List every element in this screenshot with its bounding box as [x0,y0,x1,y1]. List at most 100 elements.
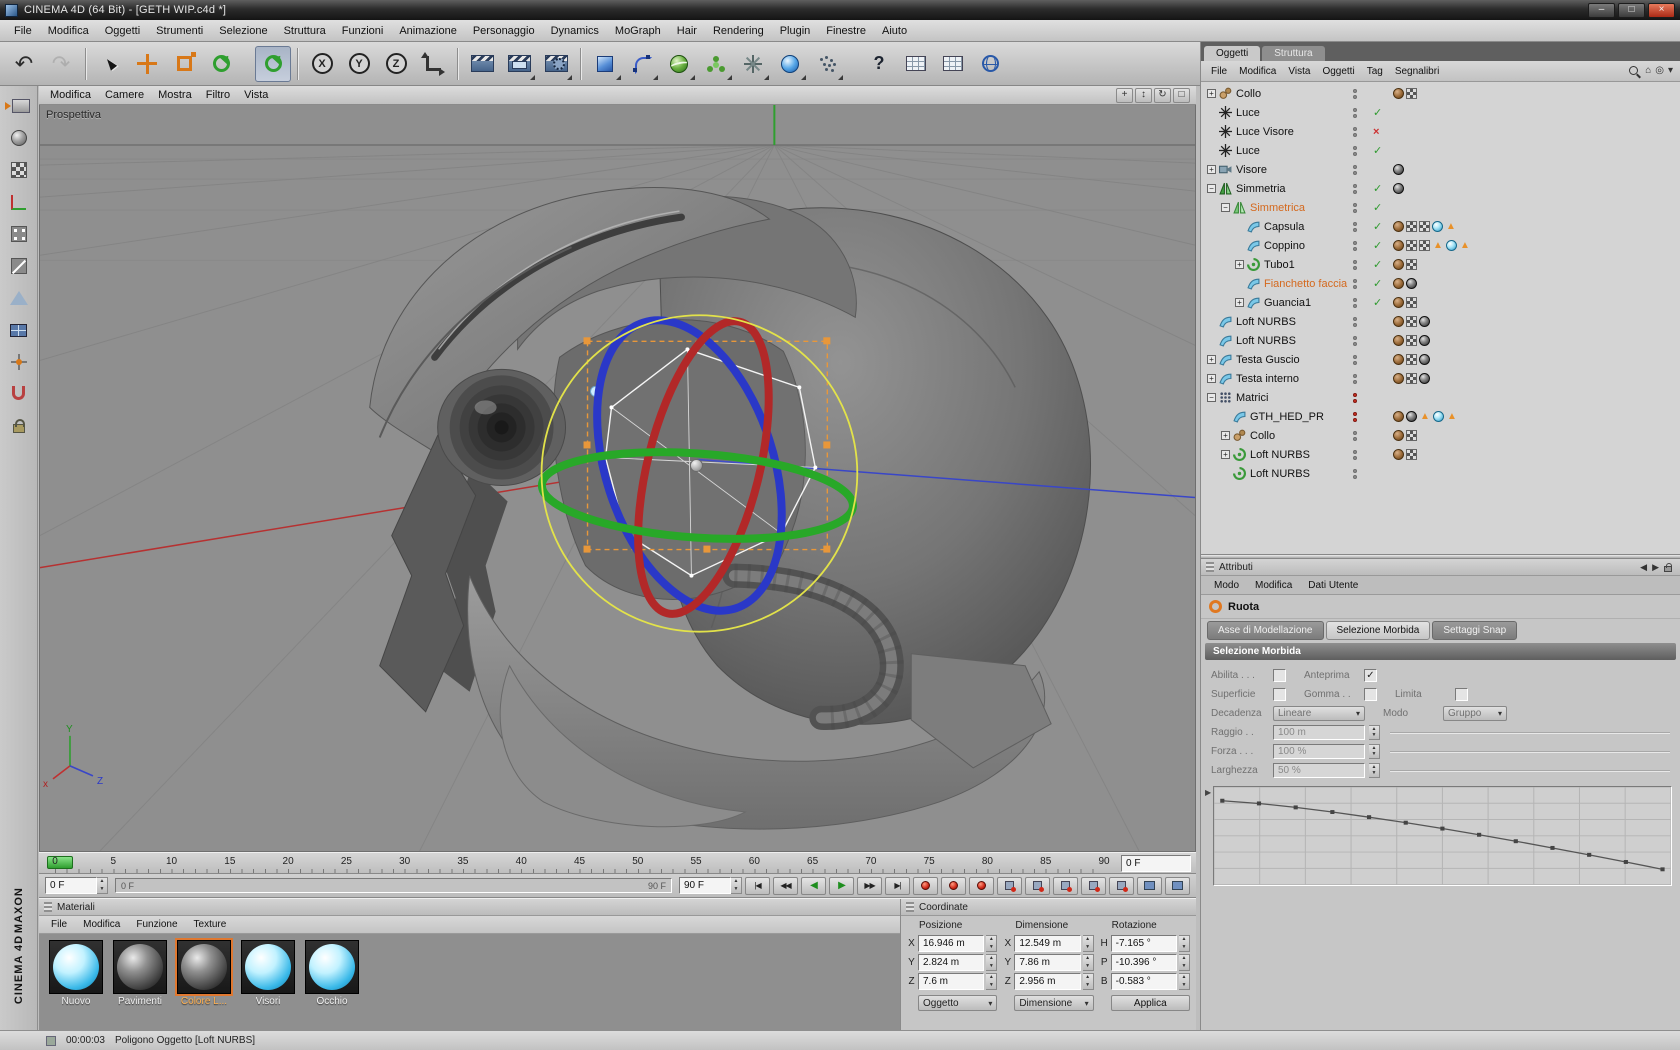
expander-icon[interactable]: + [1221,450,1230,459]
knot-tag-icon[interactable] [1393,354,1404,365]
expand-arrow-icon[interactable]: ▶ [1205,786,1211,797]
viewport-menu-camere[interactable]: Camere [98,87,151,103]
knot-tag-icon[interactable] [1393,373,1404,384]
visibility-dots-icon[interactable] [1353,241,1357,251]
play-backward-button[interactable]: ◀ [801,877,826,895]
model-mode-button[interactable] [3,123,35,153]
next-frame-button[interactable]: ▶▶ [857,877,882,895]
enabled-toggle-icon[interactable]: ✓ [1373,258,1382,271]
add-spline-button[interactable] [624,46,660,82]
menu-rendering[interactable]: Rendering [705,22,772,40]
viewport-label[interactable]: Prospettiva [46,109,101,121]
raggio-field[interactable]: 100 m [1273,725,1365,740]
redo-button[interactable] [43,46,79,82]
play-forward-button[interactable]: ▶ [829,877,854,895]
material-colore-l[interactable]: Colore L... [175,940,233,1007]
checker-tag-icon[interactable] [1406,373,1417,384]
make-editable-button[interactable] [3,91,35,121]
checker-tag-icon[interactable] [1406,430,1417,441]
uv-polygons-mode-button[interactable] [3,315,35,345]
checker-tag-icon[interactable] [1406,354,1417,365]
sphere-dark-tag-icon[interactable] [1393,183,1404,194]
warn-tag-icon[interactable]: ▲ [1459,240,1471,251]
knot-tag-icon[interactable] [1393,297,1404,308]
tree-item-collo[interactable]: +Collo [1201,426,1680,445]
lock-z-axis-button[interactable]: Z [378,46,414,82]
enabled-toggle-icon[interactable]: ✓ [1373,106,1382,119]
expander-icon[interactable]: − [1207,393,1216,402]
knot-tag-icon[interactable] [1393,449,1404,460]
viewport-3d-scene[interactable]: x Y Z [40,105,1195,851]
visibility-dots-icon[interactable] [1353,222,1357,232]
checker-tag-icon[interactable] [1419,240,1430,251]
sphere-cyan-tag-icon[interactable] [1432,221,1443,232]
target-icon[interactable]: ◎ [1655,66,1664,76]
powerslider-options-button[interactable] [1165,877,1190,895]
tree-item-luce[interactable]: Luce✓ [1201,103,1680,122]
dimensione-dropdown[interactable]: Dimensione▾ [1014,995,1093,1011]
knot-tag-icon[interactable] [1393,430,1404,441]
autokeying-button[interactable] [941,877,966,895]
tree-item-gth-hed-pr[interactable]: GTH_HED_PR▲▲ [1201,407,1680,426]
visibility-dots-icon[interactable] [1353,89,1357,99]
grip-icon[interactable] [1206,562,1214,572]
tree-item-loft-nurbs[interactable]: Loft NURBS [1201,312,1680,331]
record-options-button[interactable] [969,877,994,895]
material-thumbnail[interactable] [177,940,231,994]
goto-start-button[interactable]: |◀ [745,877,770,895]
forza-stepper[interactable]: ▲▼ [1369,744,1380,759]
menu-aiuto[interactable]: Aiuto [874,22,915,40]
anteprima-checkbox[interactable]: ✓ [1364,669,1377,682]
scale-tool-button[interactable] [166,46,202,82]
gizmo-center[interactable] [690,459,702,471]
material-thumbnail[interactable] [241,940,295,994]
undo-button[interactable] [6,46,42,82]
close-button[interactable]: × [1648,3,1675,18]
tree-item-tubo1[interactable]: +Tubo1✓ [1201,255,1680,274]
attr-tab-modo[interactable]: Modo [1207,578,1246,593]
viewport-menu-mostra[interactable]: Mostra [151,87,199,103]
viewport-canvas[interactable]: x Y Z Prospettiva [39,105,1196,852]
knot-tag-icon[interactable] [1393,278,1404,289]
viewport-menu-modifica[interactable]: Modifica [43,87,98,103]
forza-field[interactable]: 100 % [1273,744,1365,759]
knot-tag-icon[interactable] [1393,259,1404,270]
key-pla-button[interactable] [1109,877,1134,895]
materials-menu-file[interactable]: File [43,917,75,932]
section-tab-settaggi-snap[interactable]: Settaggi Snap [1432,621,1517,640]
sphere-cyan-tag-icon[interactable] [1446,240,1457,251]
posizione-y-field[interactable]: 2.824 m [918,954,984,971]
add-array-button[interactable] [698,46,734,82]
visibility-dots-icon[interactable] [1353,127,1357,137]
materials-menu-modifica[interactable]: Modifica [75,917,128,932]
pan-view-icon[interactable]: + [1116,88,1133,103]
add-nurbs-button[interactable] [661,46,697,82]
dimensione-x-field[interactable]: 12.549 m [1014,935,1080,952]
tree-item-loft-nurbs[interactable]: +Loft NURBS [1201,445,1680,464]
menu-finestre[interactable]: Finestre [818,22,874,40]
attr-tab-modifica[interactable]: Modifica [1248,578,1299,593]
material-thumbnail[interactable] [305,940,359,994]
menu-animazione[interactable]: Animazione [391,22,464,40]
history-forward-icon[interactable]: ▶ [1652,562,1659,573]
snap-settings-button[interactable] [3,379,35,409]
range-start-field[interactable]: 0 F [45,877,97,894]
menu-dynamics[interactable]: Dynamics [543,22,607,40]
key-rotation-button[interactable] [1053,877,1078,895]
visibility-dots-icon[interactable] [1353,469,1357,479]
sphere-dark-tag-icon[interactable] [1419,316,1430,327]
menu-mograph[interactable]: MoGraph [607,22,669,40]
key-scale-button[interactable] [1025,877,1050,895]
grip-icon[interactable] [44,902,52,912]
om-menu-tag[interactable]: Tag [1361,64,1389,79]
recent-tool-rotate-button[interactable] [255,46,291,82]
materials-menu-funzione[interactable]: Funzione [128,917,185,932]
checker-tag-icon[interactable] [1406,449,1417,460]
menu-strumenti[interactable]: Strumenti [148,22,211,40]
history-back-icon[interactable]: ◀ [1640,562,1647,573]
tree-item-guancia1[interactable]: +Guancia1✓ [1201,293,1680,312]
tree-item-simmetria[interactable]: −Simmetria✓ [1201,179,1680,198]
menu-oggetti[interactable]: Oggetti [97,22,148,40]
object-axis-mode-button[interactable] [3,187,35,217]
add-primitive-button[interactable] [587,46,623,82]
